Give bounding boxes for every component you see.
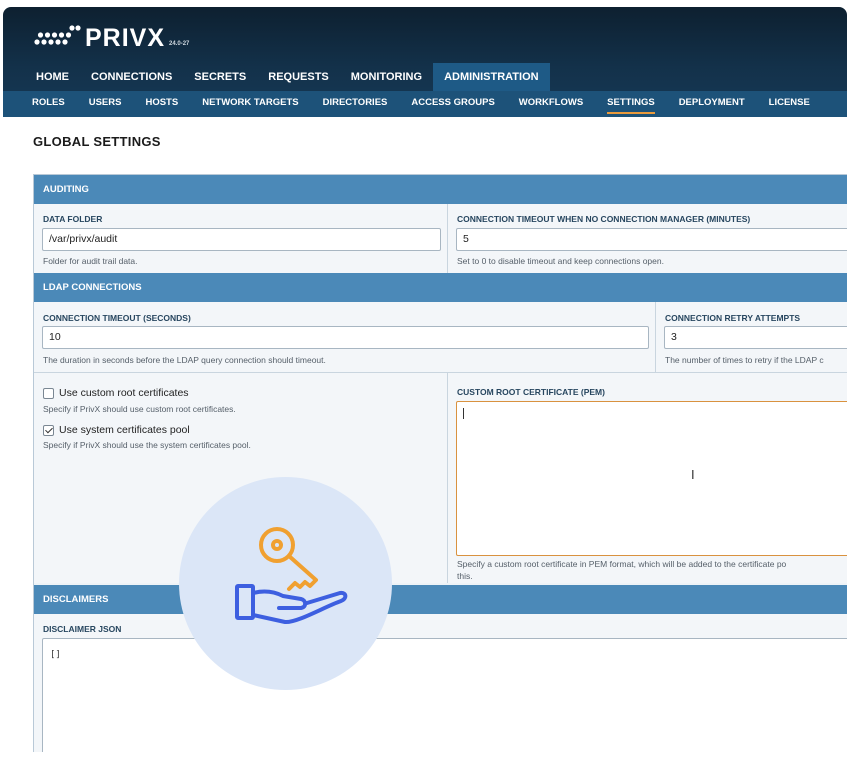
disclaimer-json-value: []	[50, 650, 61, 660]
sub-nav-network-targets[interactable]: NETWORK TARGETS	[190, 91, 310, 117]
data-folder-input[interactable]: /var/privx/audit	[42, 228, 441, 251]
divider	[447, 204, 448, 273]
system-pool-checkbox[interactable]	[43, 424, 54, 436]
app-version: 24.0-27	[169, 41, 190, 47]
ldap-timeout-label: CONNECTION TIMEOUT (SECONDS)	[43, 313, 191, 323]
connection-timeout-label: CONNECTION TIMEOUT WHEN NO CONNECTION MA…	[457, 214, 751, 224]
connection-timeout-help: Set to 0 to disable timeout and keep con…	[457, 256, 664, 266]
divider	[655, 302, 656, 372]
settings-panel: AUDITING DATA FOLDER /var/privx/audit Fo…	[33, 174, 847, 752]
sub-nav-directories[interactable]: DIRECTORIES	[311, 91, 400, 117]
data-folder-help: Folder for audit trail data.	[43, 256, 138, 266]
ldap-retry-label: CONNECTION RETRY ATTEMPTS	[665, 313, 801, 323]
sub-nav: ROLES USERS HOSTS NETWORK TARGETS DIRECT…	[3, 91, 847, 117]
system-pool-help: Specify if PrivX should use the system c…	[43, 440, 251, 450]
data-folder-label: DATA FOLDER	[43, 214, 103, 224]
text-cursor-icon: I	[691, 467, 695, 482]
auditing-section-header[interactable]: AUDITING	[34, 175, 847, 204]
sub-nav-license[interactable]: LICENSE	[757, 91, 822, 117]
sub-nav-deployment[interactable]: DEPLOYMENT	[667, 91, 757, 117]
privx-window: PRIVX 24.0-27 HOME CONNECTIONS SECRETS R…	[3, 7, 847, 752]
system-pool-label[interactable]: Use system certificates pool	[59, 424, 190, 436]
custom-root-checkbox[interactable]	[43, 387, 54, 399]
logo-text: PRIVX	[85, 24, 166, 52]
ldap-section-header[interactable]: LDAP CONNECTIONS	[34, 273, 847, 302]
system-pool-checkbox-row[interactable]: Use system certificates pool	[43, 424, 190, 436]
divider	[447, 373, 448, 583]
row-divider	[34, 372, 847, 373]
privx-dots-logo-icon	[34, 25, 81, 45]
custom-root-help: Specify if PrivX should use custom root …	[43, 404, 236, 414]
custom-root-checkbox-row[interactable]: Use custom root certificates	[43, 387, 189, 399]
key-in-hand-icon	[235, 527, 348, 624]
pem-label: CUSTOM ROOT CERTIFICATE (PEM)	[457, 387, 605, 397]
disclaimer-json-textarea[interactable]	[42, 638, 847, 752]
connection-timeout-input[interactable]: 5	[456, 228, 847, 251]
sub-nav-workflows[interactable]: WORKFLOWS	[507, 91, 595, 117]
main-nav-home[interactable]: HOME	[25, 63, 80, 91]
sub-nav-hosts[interactable]: HOSTS	[133, 91, 190, 117]
page-title: GLOBAL SETTINGS	[33, 134, 161, 149]
sub-nav-settings[interactable]: SETTINGS	[595, 91, 667, 117]
pem-help-line1: Specify a custom root certificate in PEM…	[457, 559, 787, 569]
text-caret	[463, 408, 464, 419]
pem-help-line2: this.	[457, 571, 473, 581]
disclaimer-json-label: DISCLAIMER JSON	[43, 624, 122, 634]
pem-textarea[interactable]	[456, 401, 847, 556]
main-nav-connections[interactable]: CONNECTIONS	[80, 63, 183, 91]
ldap-timeout-help: The duration in seconds before the LDAP …	[43, 355, 326, 365]
app-header: PRIVX 24.0-27 HOME CONNECTIONS SECRETS R…	[3, 7, 847, 117]
sub-nav-users[interactable]: USERS	[77, 91, 134, 117]
key-in-hand-badge	[179, 477, 392, 690]
ldap-retry-help: The number of times to retry if the LDAP…	[665, 355, 824, 365]
sub-nav-access-groups[interactable]: ACCESS GROUPS	[399, 91, 506, 117]
main-nav-monitoring[interactable]: MONITORING	[340, 63, 433, 91]
ldap-retry-input[interactable]: 3	[664, 326, 847, 349]
main-nav-secrets[interactable]: SECRETS	[183, 63, 257, 91]
main-nav-administration[interactable]: ADMINISTRATION	[433, 63, 550, 91]
main-nav-requests[interactable]: REQUESTS	[257, 63, 340, 91]
logo[interactable]: PRIVX 24.0-27	[33, 24, 189, 52]
ldap-timeout-input[interactable]: 10	[42, 326, 649, 349]
disclaimers-section-header[interactable]: DISCLAIMERS	[34, 585, 847, 614]
custom-root-label[interactable]: Use custom root certificates	[59, 387, 189, 399]
sub-nav-roles[interactable]: ROLES	[20, 91, 77, 117]
main-nav: HOME CONNECTIONS SECRETS REQUESTS MONITO…	[25, 63, 550, 91]
